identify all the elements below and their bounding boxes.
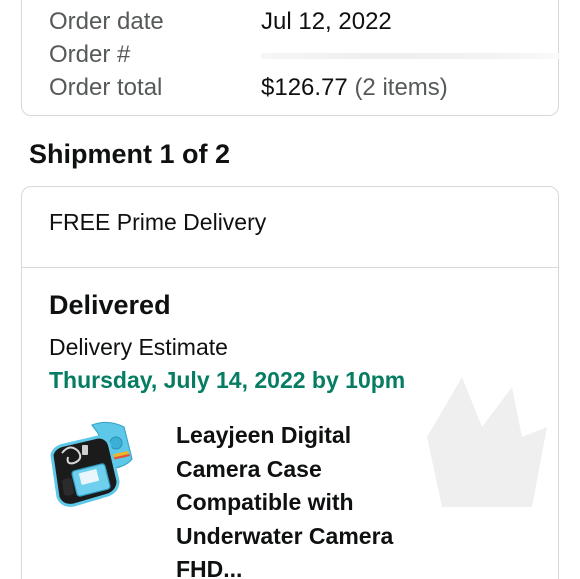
order-number-label: Order # — [49, 41, 131, 68]
order-number-redaction — [261, 53, 561, 59]
order-summary-card: Order date Jul 12, 2022 Order # Order to… — [21, 0, 561, 116]
order-item-count: (2 items) — [354, 74, 448, 101]
delivery-type: FREE Prime Delivery — [49, 209, 267, 235]
product-title-link[interactable]: Leayjeen Digital Camera Case Compatible … — [176, 419, 426, 579]
divider — [22, 267, 558, 268]
watermark-graphic — [427, 377, 547, 507]
order-details-page: Order date Jul 12, 2022 Order # Order to… — [0, 0, 580, 579]
camera-case-icon[interactable] — [48, 419, 140, 509]
shipment-heading: Shipment 1 of 2 — [29, 139, 231, 169]
order-date-value: Jul 12, 2022 — [261, 8, 392, 35]
delivery-status: Delivered — [49, 290, 171, 320]
order-date-label: Order date — [49, 8, 164, 35]
shipment-card: FREE Prime Delivery Delivered Delivery E… — [21, 186, 559, 579]
order-total-amount: $126.77 — [261, 74, 348, 101]
delivery-estimate-date: Thursday, July 14, 2022 by 10pm — [49, 367, 406, 393]
order-total-label: Order total — [49, 74, 163, 101]
delivery-estimate-label: Delivery Estimate — [49, 334, 228, 360]
order-total-value: $126.77 (2 items) — [261, 73, 448, 103]
